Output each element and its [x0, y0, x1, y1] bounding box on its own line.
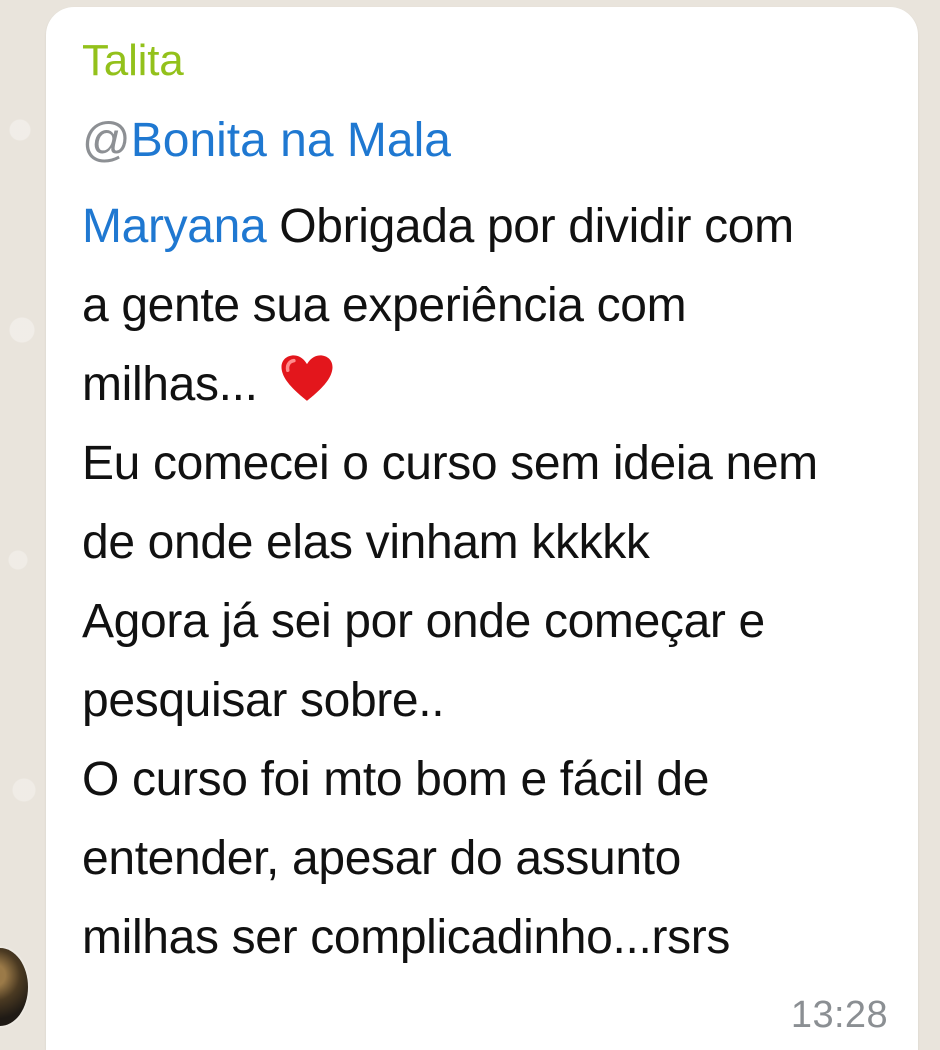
mention-prefix: @ [82, 114, 131, 167]
message-text: Maryana Obrigada por dividir com a gente… [82, 187, 892, 977]
message-line-3: milhas... [82, 345, 892, 424]
message-line-9: entender, apesar do assunto [82, 832, 682, 885]
message-bubble[interactable]: Talita @Bonita na Mala Maryana Obrigada … [46, 7, 918, 1050]
inline-mention[interactable]: Maryana [82, 200, 267, 253]
message-line-10: milhas ser complicadinho...rsrs [82, 911, 731, 964]
message-line-1-text: Obrigada por dividir com [266, 200, 794, 253]
message-line-2: a gente sua experiência com [82, 279, 687, 332]
message-line-1: Maryana Obrigada por dividir com [82, 187, 892, 266]
mention-line: @Bonita na Mala [82, 117, 451, 165]
message-line-7: pesquisar sobre.. [82, 674, 445, 727]
message-line-6: Agora já sei por onde começar e [82, 595, 765, 648]
heart-icon [281, 355, 333, 401]
message-line-3-text: milhas... [82, 358, 258, 411]
message-line-8: O curso foi mto bom e fácil de [82, 753, 710, 806]
message-timestamp: 13:28 [790, 994, 888, 1036]
message-line-4: Eu comecei o curso sem ideia nem [82, 437, 818, 490]
message-line-5: de onde elas vinham kkkkk [82, 516, 650, 569]
mention-link[interactable]: Bonita na Mala [131, 114, 451, 167]
sender-name[interactable]: Talita [82, 39, 184, 83]
